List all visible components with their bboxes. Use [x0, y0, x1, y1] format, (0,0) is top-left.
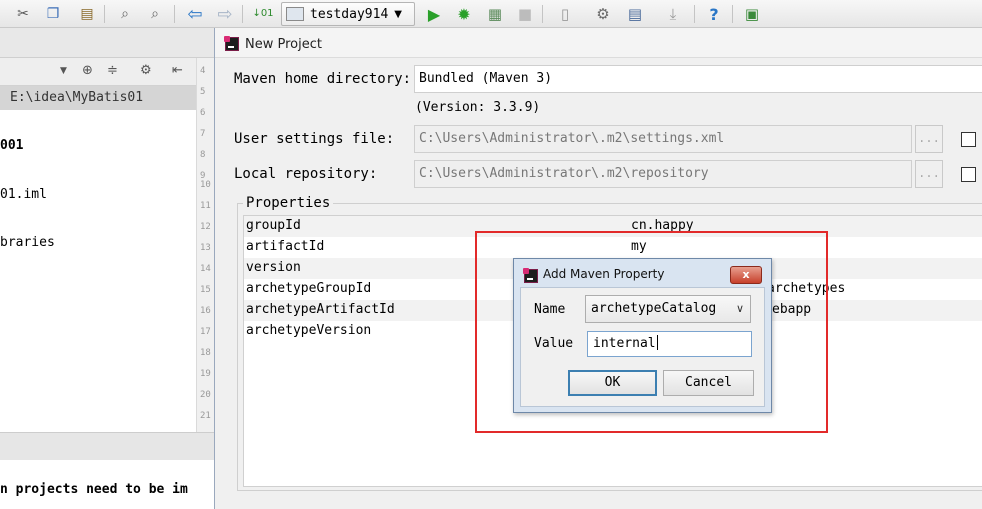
- line-numbers: 4 5 6 7 8 9 10 11 12 13 14 15 16 17 18 1…: [196, 58, 214, 432]
- tree-item[interactable]: 001: [0, 138, 23, 153]
- local-repository-browse-button[interactable]: ...: [915, 160, 943, 188]
- property-key: archetypeArtifactId: [246, 302, 395, 317]
- line-number: 12: [200, 222, 211, 232]
- text-caret: [656, 335, 658, 350]
- property-key: archetypeGroupId: [246, 281, 372, 296]
- maven-version-text: (Version: 3.3.9): [415, 100, 541, 115]
- line-number: 7: [200, 129, 206, 139]
- line-number: 4: [200, 66, 206, 76]
- line-number: 5: [200, 87, 206, 97]
- chevron-down-icon: ▼: [394, 8, 402, 20]
- line-number: 11: [200, 201, 211, 211]
- line-number: 6: [200, 108, 206, 118]
- toolbar-separator: [242, 5, 243, 23]
- value-input[interactable]: internal: [587, 331, 752, 357]
- debug-icon[interactable]: ✹: [453, 3, 475, 25]
- left-tab-strip: [0, 28, 214, 58]
- line-number: 10: [200, 180, 211, 190]
- toolbar-separator: [174, 5, 175, 23]
- copy-icon[interactable]: ❐: [42, 3, 64, 25]
- dialog-titlebar: New Project: [215, 28, 982, 58]
- toolbar-separator: [542, 5, 543, 23]
- close-button[interactable]: x: [730, 266, 762, 284]
- property-key: archetypeVersion: [246, 323, 372, 338]
- structure-icon[interactable]: ▤: [624, 3, 646, 25]
- line-number: 17: [200, 327, 211, 337]
- toolbar-separator: [694, 5, 695, 23]
- name-label: Name: [534, 302, 566, 317]
- properties-legend: Properties: [243, 195, 334, 211]
- paste-icon[interactable]: ▤: [76, 3, 98, 25]
- tree-item[interactable]: 01.iml: [0, 187, 47, 202]
- run-icon[interactable]: ▶: [423, 3, 445, 25]
- coverage-icon[interactable]: ▦: [484, 3, 506, 25]
- name-combobox[interactable]: archetypeCatalog ∨: [585, 295, 751, 323]
- value-label: Value: [534, 336, 574, 351]
- project-path: E:\idea\MyBatis01: [0, 86, 196, 110]
- line-number: 13: [200, 243, 211, 253]
- help-icon[interactable]: ?: [703, 3, 725, 25]
- settings-icon[interactable]: ⚙: [592, 3, 614, 25]
- build-icon[interactable]: ↓01: [252, 3, 274, 25]
- line-number: 16: [200, 306, 211, 316]
- stop-icon[interactable]: ■: [514, 3, 536, 25]
- local-repository-label: Local repository:: [234, 166, 378, 182]
- run-configuration-selector[interactable]: testday914 ▼: [281, 2, 415, 26]
- project-tree: 001 01.iml braries: [0, 110, 196, 432]
- local-repository-field[interactable]: C:\Users\Administrator\.m2\repository: [414, 160, 912, 188]
- cut-icon[interactable]: ✂: [12, 3, 34, 25]
- run-config-label: testday914: [310, 6, 389, 22]
- intellij-logo-icon: [523, 268, 538, 283]
- run-config-icon: [286, 7, 304, 21]
- line-number: 8: [200, 150, 206, 160]
- line-number: 21: [200, 411, 211, 421]
- sdk-icon[interactable]: ▯: [554, 3, 576, 25]
- dialog-body: Name archetypeCatalog ∨ Value internal O…: [520, 287, 765, 407]
- line-number: 18: [200, 348, 211, 358]
- toolbar-separator: [732, 5, 733, 23]
- locate-icon[interactable]: ⊕: [82, 63, 93, 78]
- user-settings-browse-button[interactable]: ...: [915, 125, 943, 153]
- vcs-icon[interactable]: ⤓: [662, 3, 684, 25]
- replace-icon[interactable]: ⌕: [144, 3, 166, 25]
- property-key: artifactId: [246, 239, 325, 254]
- back-icon[interactable]: ⇦: [184, 3, 206, 25]
- maven-home-label: Maven home directory:: [234, 71, 412, 87]
- property-key: groupId: [246, 218, 301, 233]
- toolbar-separator: [104, 5, 105, 23]
- property-key: version: [246, 260, 301, 275]
- tree-item[interactable]: braries: [0, 235, 55, 250]
- name-combobox-value: archetypeCatalog: [591, 301, 717, 316]
- line-number: 15: [200, 285, 211, 295]
- project-panel-header: ▼ ⊕ ≑ ⚙ ⇤: [0, 58, 196, 86]
- chevron-down-icon: ∨: [735, 302, 744, 315]
- intellij-logo-icon: [224, 36, 239, 51]
- cancel-button[interactable]: Cancel: [663, 370, 754, 396]
- dialog-title: Add Maven Property: [543, 267, 665, 281]
- main-toolbar: ✂ ❐ ▤ ⌕ ⌕ ⇦ ⇨ ↓01 testday914 ▼ ▶ ✹ ▦ ■ ▯…: [0, 0, 982, 28]
- dialog-title: New Project: [245, 37, 322, 52]
- forward-icon[interactable]: ⇨: [214, 3, 236, 25]
- user-settings-label: User settings file:: [234, 131, 395, 147]
- line-number: 20: [200, 390, 211, 400]
- add-maven-property-dialog: Add Maven Property x Name archetypeCatal…: [513, 258, 772, 413]
- collapse-icon[interactable]: ≑: [107, 63, 118, 78]
- ok-button[interactable]: OK: [568, 370, 657, 396]
- user-settings-field[interactable]: C:\Users\Administrator\.m2\settings.xml: [414, 125, 912, 153]
- gear-icon[interactable]: ⚙: [140, 63, 152, 78]
- event-log-message: n projects need to be im: [0, 482, 188, 497]
- chevron-down-icon[interactable]: ▼: [60, 66, 67, 76]
- plugin-icon[interactable]: ▣: [741, 3, 763, 25]
- find-icon[interactable]: ⌕: [114, 3, 136, 25]
- override-settings-checkbox[interactable]: [961, 132, 976, 147]
- hide-panel-icon[interactable]: ⇤: [172, 63, 183, 78]
- override-repository-checkbox[interactable]: [961, 167, 976, 182]
- line-number: 14: [200, 264, 211, 274]
- bottom-tab-strip: [0, 432, 214, 460]
- line-number: 19: [200, 369, 211, 379]
- maven-home-field[interactable]: Bundled (Maven 3): [414, 65, 982, 93]
- value-input-text: internal: [593, 336, 656, 351]
